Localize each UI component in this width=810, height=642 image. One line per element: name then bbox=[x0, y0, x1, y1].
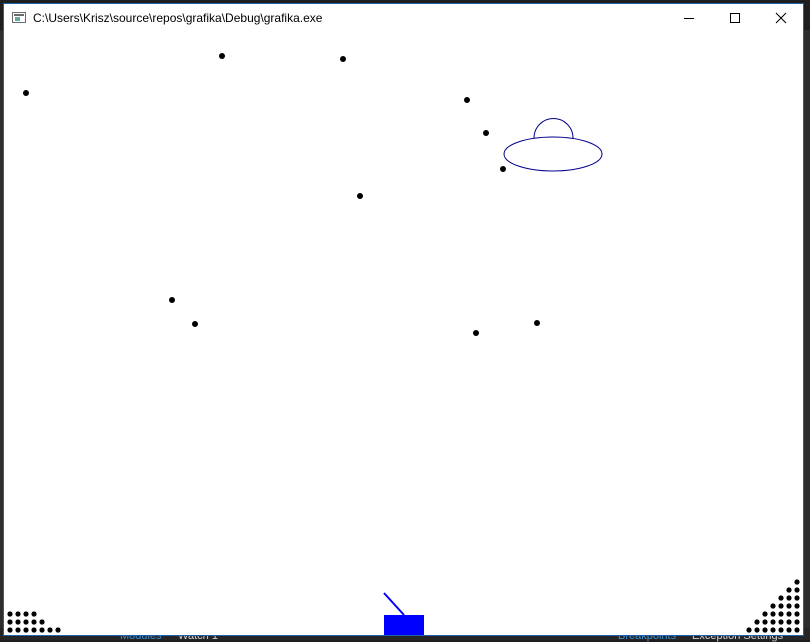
dot bbox=[778, 595, 784, 601]
maximize-button[interactable] bbox=[712, 4, 758, 32]
star bbox=[192, 321, 198, 327]
dot bbox=[746, 627, 752, 633]
game-scene bbox=[7, 53, 800, 635]
dot bbox=[31, 611, 37, 617]
dot bbox=[7, 619, 13, 625]
star bbox=[357, 193, 363, 199]
dot bbox=[778, 619, 784, 625]
dot bbox=[794, 603, 800, 609]
dot bbox=[786, 619, 792, 625]
tank-barrel bbox=[383, 592, 405, 616]
ammo-dots bbox=[746, 579, 800, 633]
dot bbox=[770, 619, 776, 625]
tank-body bbox=[384, 615, 424, 635]
dot bbox=[762, 627, 768, 633]
dot bbox=[778, 603, 784, 609]
close-button[interactable] bbox=[758, 4, 804, 32]
dot bbox=[15, 627, 21, 633]
dot bbox=[770, 611, 776, 617]
dot bbox=[786, 587, 792, 593]
minimize-button[interactable] bbox=[666, 4, 712, 32]
player-tank bbox=[383, 592, 424, 635]
lives-dots bbox=[7, 611, 61, 633]
dot bbox=[770, 627, 776, 633]
dot bbox=[778, 627, 784, 633]
dot bbox=[794, 611, 800, 617]
dot bbox=[786, 595, 792, 601]
dot bbox=[39, 627, 45, 633]
star bbox=[23, 90, 29, 96]
title-bar[interactable]: C:\Users\Krisz\source\repos\grafika\Debu… bbox=[4, 4, 803, 32]
dot bbox=[786, 603, 792, 609]
dot bbox=[47, 627, 53, 633]
dot bbox=[15, 611, 21, 617]
dot bbox=[55, 627, 61, 633]
star bbox=[464, 97, 470, 103]
dot bbox=[31, 627, 37, 633]
dot bbox=[23, 619, 29, 625]
dot bbox=[31, 619, 37, 625]
game-canvas[interactable] bbox=[4, 32, 803, 635]
ufo-body bbox=[503, 136, 603, 172]
app-window: C:\Users\Krisz\source\repos\grafika\Debu… bbox=[3, 3, 804, 636]
app-icon[interactable] bbox=[12, 12, 26, 23]
minimize-icon bbox=[684, 18, 694, 19]
dot bbox=[794, 579, 800, 585]
close-icon bbox=[775, 12, 787, 24]
dot bbox=[23, 627, 29, 633]
star bbox=[340, 56, 346, 62]
dot bbox=[762, 611, 768, 617]
ufo bbox=[503, 118, 603, 172]
window-title: C:\Users\Krisz\source\repos\grafika\Debu… bbox=[33, 11, 323, 25]
dot bbox=[794, 619, 800, 625]
dot bbox=[39, 619, 45, 625]
dot bbox=[786, 627, 792, 633]
dot bbox=[7, 627, 13, 633]
dot bbox=[23, 611, 29, 617]
dot bbox=[7, 611, 13, 617]
dot bbox=[794, 587, 800, 593]
dot bbox=[778, 611, 784, 617]
dot bbox=[794, 595, 800, 601]
dot bbox=[794, 627, 800, 633]
star bbox=[169, 297, 175, 303]
dot bbox=[762, 619, 768, 625]
star bbox=[473, 330, 479, 336]
star bbox=[500, 166, 506, 172]
star bbox=[219, 53, 225, 59]
dot bbox=[786, 611, 792, 617]
dot bbox=[754, 627, 760, 633]
dot bbox=[770, 603, 776, 609]
maximize-icon bbox=[730, 13, 740, 23]
dot bbox=[754, 619, 760, 625]
ufo-dome bbox=[533, 118, 574, 139]
dot bbox=[15, 619, 21, 625]
star bbox=[534, 320, 540, 326]
star bbox=[483, 130, 489, 136]
ide-background-right bbox=[804, 30, 810, 628]
